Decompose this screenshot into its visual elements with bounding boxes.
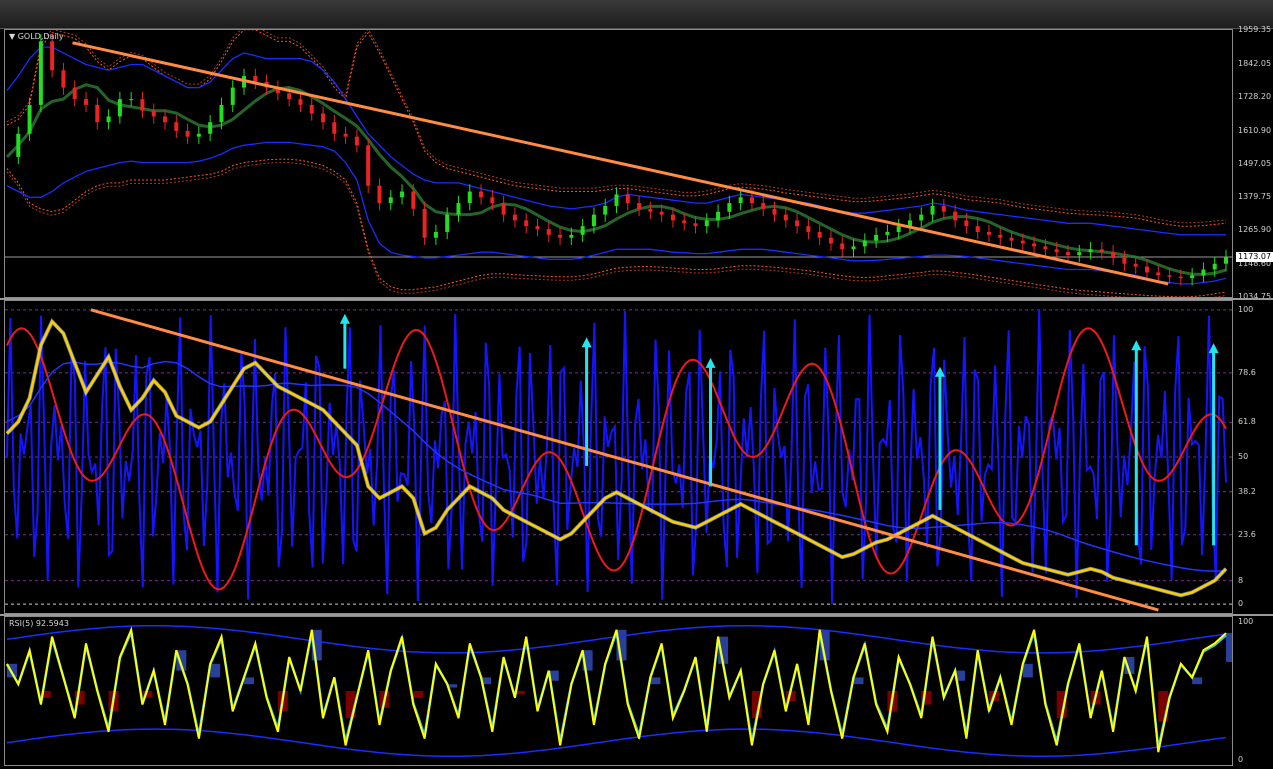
axis-tick-label: 38.2: [1238, 486, 1256, 496]
rsi-label: RSI(5) 92.5943: [9, 619, 69, 628]
axis-tick-label: 100: [1238, 617, 1254, 627]
cyan-arrow-head: [581, 337, 592, 348]
axis-tick-label: 1610.90: [1238, 125, 1272, 135]
oscillator-pane[interactable]: [4, 300, 1233, 614]
current-price-tag: 1173.07: [1236, 252, 1273, 263]
cyan-arrow-head: [1131, 340, 1142, 351]
cyan-arrow-head: [705, 357, 716, 368]
histogram-bar: [210, 663, 221, 678]
histogram-bar: [1022, 663, 1033, 678]
chart-symbol-label: ▼ GOLD,Daily: [9, 32, 64, 41]
axis-tick-label: 0: [1238, 754, 1244, 764]
rsi-band-line: [6, 728, 1227, 758]
envelope-band-line: [6, 162, 1227, 297]
axis-tick-label: 50: [1238, 452, 1249, 461]
axis-tick-label: 100: [1238, 304, 1254, 314]
histogram-bar: [1226, 633, 1232, 663]
axis-tick-label: 23.6: [1238, 529, 1256, 539]
oscillator-scale[interactable]: 100 78.6 61.8 50 38.2 23.6 8 0: [1234, 300, 1273, 614]
price-chart-pane[interactable]: ▼ GOLD,Daily: [4, 29, 1233, 298]
axis-tick-label: 1379.75: [1238, 192, 1272, 202]
chart-menu-triangle-icon[interactable]: ▼: [9, 32, 15, 41]
axis-tick-label: 1959.35: [1238, 25, 1272, 34]
rsi-scale[interactable]: 100 0: [1234, 616, 1273, 766]
axis-tick-label: 8: [1238, 575, 1244, 585]
trendline: [72, 41, 1169, 286]
rsi-pane[interactable]: RSI(5) 92.5943: [4, 616, 1233, 766]
axis-tick-label: 1265.90: [1238, 225, 1272, 235]
moving-average-line: [5, 83, 1227, 277]
oscillator-canvas[interactable]: [5, 301, 1232, 613]
cyan-arrow-head: [339, 313, 350, 324]
axis-tick-label: 61.8: [1238, 417, 1256, 427]
axis-tick-label: 78.6: [1238, 367, 1256, 377]
axis-tick-label: 1497.05: [1238, 158, 1272, 168]
histogram-bar: [1192, 677, 1203, 685]
histogram-bar: [853, 677, 864, 685]
price-chart-canvas[interactable]: [5, 30, 1232, 297]
rsi-canvas[interactable]: [5, 617, 1232, 765]
symbol-timeframe: GOLD,Daily: [17, 32, 64, 41]
axis-tick-label: 0: [1238, 599, 1244, 609]
histogram-bar: [650, 677, 661, 685]
histogram-bar: [244, 677, 255, 685]
platform-toolbar: [0, 0, 1273, 29]
histogram-bar: [413, 691, 424, 698]
axis-tick-label: 1728.20: [1238, 91, 1272, 101]
axis-tick-label: 1842.05: [1238, 58, 1272, 68]
